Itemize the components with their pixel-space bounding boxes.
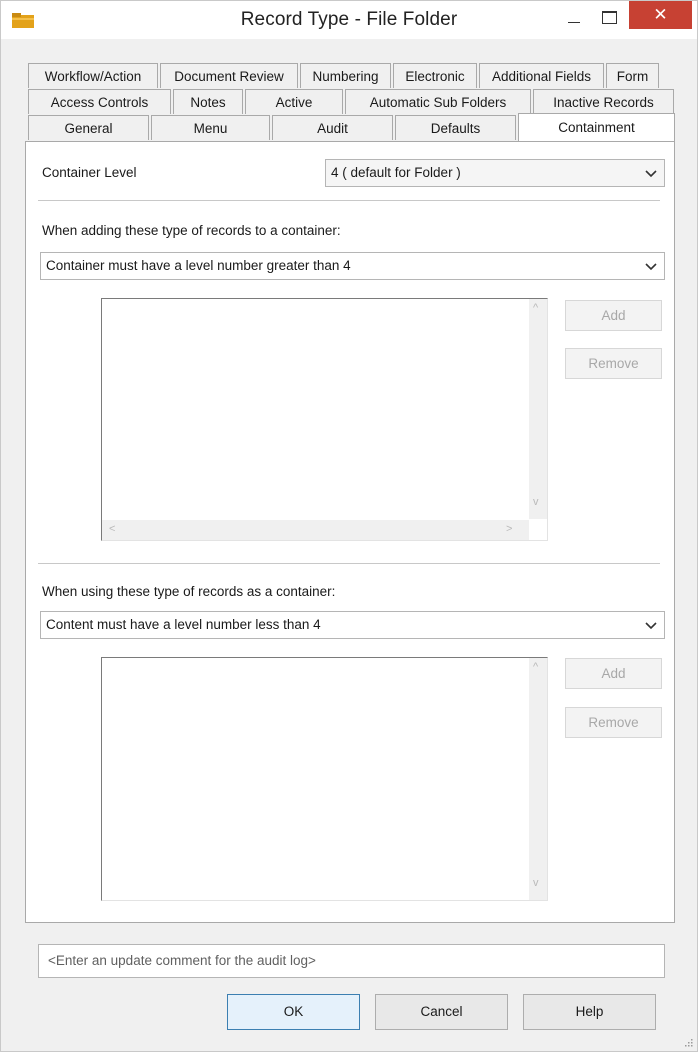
close-icon: ✕ xyxy=(653,5,668,24)
scroll-right-icon[interactable]: > xyxy=(506,523,512,535)
vertical-scrollbar[interactable]: ^ v xyxy=(529,299,547,519)
tab-active[interactable]: Active xyxy=(245,89,343,114)
title-bar[interactable]: Record Type - File Folder ✕ xyxy=(1,1,697,39)
adding-rule-select[interactable]: Container must have a level number great… xyxy=(40,252,665,280)
tab-containment[interactable]: Containment xyxy=(518,113,675,142)
ok-button[interactable]: OK xyxy=(227,994,360,1030)
resize-grip-icon[interactable] xyxy=(683,1037,693,1047)
tab-document-review[interactable]: Document Review xyxy=(160,63,298,88)
container-level-select[interactable]: 4 ( default for Folder ) xyxy=(325,159,665,187)
scroll-up-icon[interactable]: ^ xyxy=(533,302,538,314)
tab-access-controls[interactable]: Access Controls xyxy=(28,89,171,114)
close-button[interactable]: ✕ xyxy=(629,1,692,29)
using-rule-value: Content must have a level number less th… xyxy=(46,617,321,632)
cancel-button[interactable]: Cancel xyxy=(375,994,508,1030)
tab-notes[interactable]: Notes xyxy=(173,89,243,114)
minimize-button[interactable] xyxy=(557,5,591,31)
audit-comment-input[interactable]: <Enter an update comment for the audit l… xyxy=(38,944,665,978)
chevron-down-icon xyxy=(645,622,657,630)
tab-defaults[interactable]: Defaults xyxy=(395,115,516,140)
tab-electronic[interactable]: Electronic xyxy=(393,63,477,88)
remove-content-type-button[interactable]: Remove xyxy=(565,707,662,738)
container-level-value: 4 ( default for Folder ) xyxy=(331,165,461,180)
using-records-label: When using these type of records as a co… xyxy=(42,584,336,599)
tab-automatic-sub-folders[interactable]: Automatic Sub Folders xyxy=(345,89,531,114)
adding-records-label: When adding these type of records to a c… xyxy=(42,223,341,238)
container-types-list[interactable]: ^ v < > xyxy=(101,298,548,541)
containment-panel: Container Level 4 ( default for Folder )… xyxy=(25,141,675,923)
help-button[interactable]: Help xyxy=(523,994,656,1030)
scroll-down-icon[interactable]: v xyxy=(533,496,539,508)
chevron-down-icon xyxy=(645,170,657,178)
tab-form[interactable]: Form xyxy=(606,63,659,88)
separator xyxy=(38,200,660,201)
container-level-label: Container Level xyxy=(42,165,137,180)
remove-container-type-button[interactable]: Remove xyxy=(565,348,662,379)
scroll-left-icon[interactable]: < xyxy=(109,523,115,535)
using-rule-select[interactable]: Content must have a level number less th… xyxy=(40,611,665,639)
content-types-list[interactable]: ^ v xyxy=(101,657,548,901)
add-container-type-button[interactable]: Add xyxy=(565,300,662,331)
horizontal-scrollbar[interactable]: < > xyxy=(102,520,529,540)
dialog-window: Record Type - File Folder ✕ Workflow/Act… xyxy=(0,0,698,1052)
tab-general[interactable]: General xyxy=(28,115,149,140)
add-content-type-button[interactable]: Add xyxy=(565,658,662,689)
tab-menu[interactable]: Menu xyxy=(151,115,270,140)
tab-inactive-records[interactable]: Inactive Records xyxy=(533,89,674,114)
tab-audit[interactable]: Audit xyxy=(272,115,393,140)
chevron-down-icon xyxy=(645,263,657,271)
tab-numbering[interactable]: Numbering xyxy=(300,63,391,88)
vertical-scrollbar[interactable]: ^ v xyxy=(529,658,547,900)
separator xyxy=(38,563,660,564)
tab-workflow-action[interactable]: Workflow/Action xyxy=(28,63,158,88)
adding-rule-value: Container must have a level number great… xyxy=(46,258,351,273)
scroll-down-icon[interactable]: v xyxy=(533,877,539,889)
maximize-button[interactable] xyxy=(593,5,627,31)
tab-additional-fields[interactable]: Additional Fields xyxy=(479,63,604,88)
scroll-up-icon[interactable]: ^ xyxy=(533,661,538,673)
